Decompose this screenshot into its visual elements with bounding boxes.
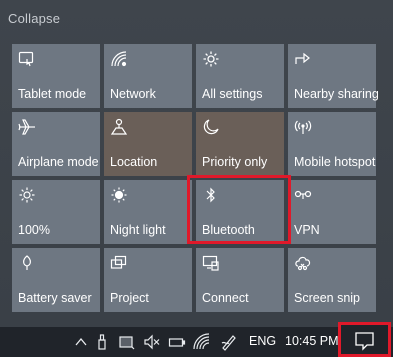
airplane-icon bbox=[18, 118, 36, 136]
battery-icon[interactable] bbox=[168, 333, 186, 351]
project-icon bbox=[110, 254, 128, 272]
tile-battery-saver[interactable]: Battery saver bbox=[12, 248, 100, 312]
storage-icon[interactable] bbox=[118, 333, 136, 351]
connect-icon bbox=[202, 254, 220, 272]
wifi-icon[interactable] bbox=[193, 333, 211, 351]
tile-screen-snip[interactable]: Screen snip bbox=[288, 248, 376, 312]
tile-priority-only[interactable]: Priority only bbox=[196, 112, 284, 176]
tile-label: Airplane mode bbox=[18, 155, 99, 169]
tile-connect[interactable]: Connect bbox=[196, 248, 284, 312]
tile-project[interactable]: Project bbox=[104, 248, 192, 312]
tile-label: Priority only bbox=[202, 155, 268, 169]
screen-snip-icon bbox=[294, 254, 312, 272]
tile-night-light[interactable]: Night light bbox=[104, 180, 192, 244]
action-center: Collapse Tablet mode Network All setting… bbox=[0, 0, 393, 327]
tile-label: Nearby sharing bbox=[294, 87, 379, 101]
tablet-mode-icon bbox=[18, 50, 36, 68]
clock[interactable]: 10:45 PM bbox=[285, 334, 339, 348]
battery-saver-icon bbox=[18, 254, 36, 272]
usb-icon[interactable] bbox=[97, 333, 107, 351]
tile-label: VPN bbox=[294, 223, 320, 237]
tile-label: Location bbox=[110, 155, 158, 169]
gear-icon bbox=[202, 50, 220, 68]
hotspot-icon bbox=[294, 118, 312, 136]
location-icon bbox=[110, 118, 128, 136]
notifications-icon bbox=[354, 331, 376, 356]
vpn-icon bbox=[294, 186, 312, 204]
moon-icon bbox=[202, 118, 220, 136]
night-light-icon bbox=[110, 186, 128, 204]
tile-label: 100% bbox=[18, 223, 50, 237]
mute-icon[interactable] bbox=[143, 333, 161, 351]
tile-all-settings[interactable]: All settings bbox=[196, 44, 284, 108]
network-icon bbox=[110, 50, 128, 68]
tile-label: Network bbox=[110, 87, 156, 101]
tile-label: Tablet mode bbox=[18, 87, 87, 101]
bluetooth-highlight-box bbox=[187, 175, 291, 244]
brightness-icon bbox=[18, 186, 36, 204]
tile-label: Project bbox=[110, 291, 149, 305]
tile-label: Screen snip bbox=[294, 291, 361, 305]
tile-brightness[interactable]: 100% bbox=[12, 180, 100, 244]
tile-vpn[interactable]: VPN bbox=[288, 180, 376, 244]
tile-location[interactable]: Location bbox=[104, 112, 192, 176]
tile-label: Mobile hotspot bbox=[294, 155, 376, 169]
tile-label: Connect bbox=[202, 291, 249, 305]
tile-airplane-mode[interactable]: Airplane mode bbox=[12, 112, 100, 176]
tile-network[interactable]: Network bbox=[104, 44, 192, 108]
chevron-up-icon[interactable] bbox=[74, 333, 88, 351]
share-icon bbox=[294, 50, 312, 68]
tile-nearby-sharing[interactable]: Nearby sharing bbox=[288, 44, 379, 108]
pen-icon[interactable] bbox=[220, 333, 238, 351]
tile-label: Battery saver bbox=[18, 291, 92, 305]
tile-label: All settings bbox=[202, 87, 263, 101]
taskbar: ENG 10:45 PM bbox=[0, 327, 393, 357]
tile-mobile-hotspot[interactable]: Mobile hotspot bbox=[288, 112, 376, 176]
collapse-link[interactable]: Collapse bbox=[8, 11, 60, 26]
notifications-button[interactable] bbox=[338, 322, 391, 357]
tile-label: Night light bbox=[110, 223, 166, 237]
tile-tablet-mode[interactable]: Tablet mode bbox=[12, 44, 100, 108]
language-indicator[interactable]: ENG bbox=[249, 334, 276, 348]
